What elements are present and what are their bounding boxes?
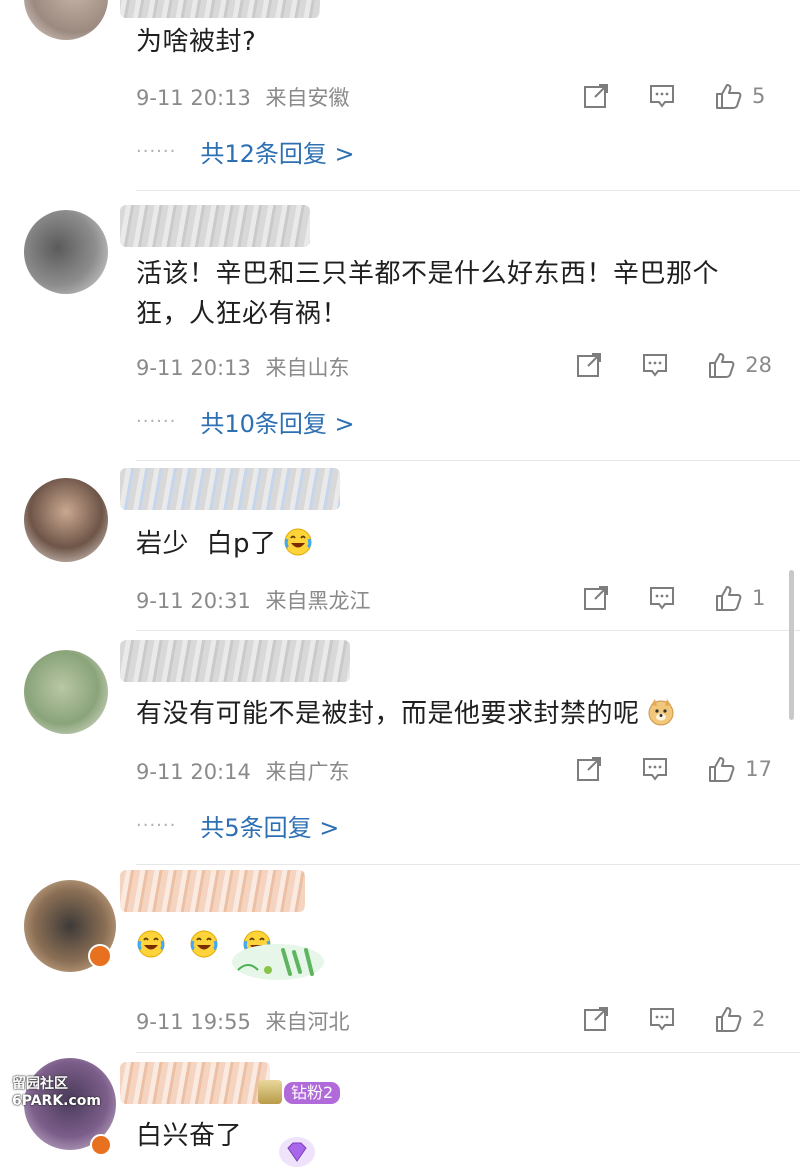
username-blurred[interactable] [120, 870, 305, 912]
comment-time: 9-11 20:13 [136, 86, 251, 110]
thumbs-up-icon[interactable] [714, 584, 742, 612]
laugh-cry-emoji [136, 929, 166, 959]
divider [136, 1052, 800, 1053]
comment-location: 来自河北 [265, 1010, 350, 1034]
comment-text: 有没有可能不是被封，而是他要求封禁的呢 [136, 694, 770, 734]
comment-icon[interactable] [641, 755, 669, 783]
sticker-image [228, 940, 328, 984]
thumbs-up-icon[interactable] [714, 1005, 742, 1033]
thumbs-up-icon[interactable] [707, 351, 735, 379]
share-icon[interactable] [575, 755, 603, 783]
comment-actions: 1 [582, 582, 772, 614]
like-count: 17 [745, 757, 772, 781]
view-replies-link[interactable]: ······ 共5条回复 > [136, 808, 339, 843]
watermark-line2: 6PARK.com [12, 1093, 102, 1109]
divider [136, 630, 800, 631]
like-count: 2 [752, 1007, 766, 1031]
comment-location: 来自山东 [265, 356, 350, 380]
comment-location: 来自广东 [265, 760, 350, 784]
comment-icon[interactable] [648, 1005, 676, 1033]
comment-actions: 17 [575, 753, 772, 785]
verified-badge-icon [90, 1134, 112, 1156]
comment-location: 来自黑龙江 [265, 589, 371, 613]
laugh-cry-emoji [189, 929, 219, 959]
divider [136, 864, 800, 865]
comment-location: 来自安徽 [265, 86, 350, 110]
divider [136, 460, 800, 461]
fan-level-icon [258, 1080, 282, 1104]
laugh-cry-emoji [283, 527, 313, 557]
comment-time: 9-11 19:55 [136, 1010, 251, 1034]
thumbs-up-icon[interactable] [714, 82, 742, 110]
replies-dots: ······ [136, 141, 177, 162]
comment-meta: 9-11 20:13 来自山东 [136, 352, 350, 382]
share-icon[interactable] [582, 1005, 610, 1033]
comment-meta: 9-11 20:14 来自广东 [136, 756, 350, 786]
comment-time: 9-11 20:14 [136, 760, 251, 784]
verified-badge-icon [88, 944, 112, 968]
divider [136, 190, 800, 191]
view-replies-link[interactable]: ······ 共10条回复 > [136, 404, 355, 439]
comment-time: 9-11 20:31 [136, 589, 251, 613]
replies-label[interactable]: 共12条回复 > [200, 134, 354, 169]
avatar[interactable] [24, 0, 108, 40]
watermark-line1: 留园社区 [12, 1076, 68, 1092]
like-count: 5 [752, 84, 766, 108]
comment-text: 白兴奋了 [136, 1121, 243, 1151]
username-blurred[interactable] [120, 205, 310, 247]
share-icon[interactable] [582, 82, 610, 110]
replies-label[interactable]: 共5条回复 > [200, 808, 339, 843]
comment-icon[interactable] [648, 82, 676, 110]
username-blurred[interactable] [120, 1062, 270, 1104]
comment-meta: 9-11 20:13 来自安徽 [136, 82, 350, 112]
comment-meta: 9-11 20:31 来自黑龙江 [136, 585, 371, 615]
avatar[interactable] [24, 650, 108, 734]
comment-time: 9-11 20:13 [136, 356, 251, 380]
username-blurred[interactable] [120, 640, 350, 682]
replies-label[interactable]: 共10条回复 > [200, 404, 354, 439]
like-count: 28 [745, 353, 772, 377]
comment-icon[interactable] [648, 584, 676, 612]
share-icon[interactable] [575, 351, 603, 379]
doge-emoji [646, 697, 676, 727]
comment-actions: 28 [575, 349, 772, 381]
comment-text: 活该！辛巴和三只羊都不是什么好东西！辛巴那个狂，人狂必有祸！ [136, 259, 720, 329]
diamond-icon [278, 1136, 316, 1168]
comment-actions: 2 [582, 1003, 772, 1035]
view-replies-link[interactable]: ······ 共12条回复 > [136, 134, 355, 169]
comment-actions: 5 [582, 80, 772, 112]
avatar[interactable] [24, 210, 108, 294]
comment-meta: 9-11 19:55 来自河北 [136, 1006, 350, 1036]
username-blurred[interactable] [120, 0, 320, 18]
share-icon[interactable] [582, 584, 610, 612]
comment-text: 岩少 白p了 [136, 524, 770, 564]
thumbs-up-icon[interactable] [707, 755, 735, 783]
fan-badge[interactable]: 钻粉2 [284, 1082, 341, 1104]
replies-dots: ······ [136, 411, 177, 432]
scrollbar[interactable] [789, 570, 794, 720]
like-count: 1 [752, 586, 766, 610]
site-watermark: 留园社区 6PARK.com [12, 1076, 101, 1110]
username-blurred[interactable] [120, 468, 340, 510]
comment-text: 为啥被封? [136, 27, 257, 57]
comment-icon[interactable] [641, 351, 669, 379]
replies-dots: ······ [136, 815, 177, 836]
avatar[interactable] [24, 478, 108, 562]
comment-text-content: 岩少 白p了 [136, 529, 277, 559]
comment-text-content: 有没有可能不是被封，而是他要求封禁的呢 [136, 699, 640, 729]
